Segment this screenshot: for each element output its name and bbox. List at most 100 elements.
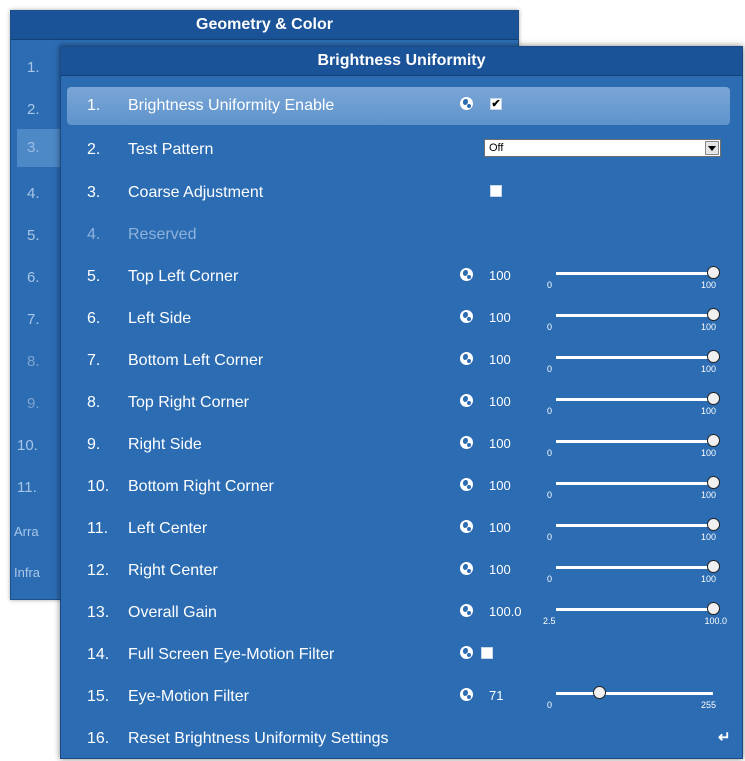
item-label: Top Left Corner bbox=[128, 268, 239, 285]
coarse-adjustment-checkbox[interactable] bbox=[490, 185, 502, 197]
item-number: 7. bbox=[27, 311, 40, 328]
globe-icon bbox=[460, 646, 473, 659]
item-number: 1. bbox=[87, 97, 101, 114]
menu-item-top-left-corner[interactable]: 5. Top Left Corner 100 0 100 bbox=[67, 258, 730, 296]
top-left-corner-slider[interactable]: 0 100 bbox=[537, 260, 727, 294]
item-number: 10. bbox=[87, 478, 110, 495]
slider-max: 100 bbox=[700, 364, 716, 374]
enter-icon[interactable]: ↵ bbox=[718, 728, 731, 746]
menu-item-left-side[interactable]: 6. Left Side 100 0 100 bbox=[67, 300, 730, 338]
item-number: 5. bbox=[27, 227, 40, 244]
slider-knob[interactable] bbox=[706, 476, 720, 489]
item-value: 100 bbox=[489, 394, 511, 409]
item-label: Left Side bbox=[128, 310, 192, 327]
slider-min: 0 bbox=[547, 322, 553, 332]
menu-item-reserved: 4. Reserved bbox=[67, 216, 730, 254]
left-center-slider[interactable]: 0 100 bbox=[537, 512, 727, 546]
item-label: Bottom Right Corner bbox=[128, 478, 274, 495]
slider-track bbox=[556, 482, 713, 485]
item-label: Top Right Corner bbox=[128, 394, 249, 411]
menu-item-overall-gain[interactable]: 13. Overall Gain 100.0 2.5 100.0 bbox=[67, 594, 730, 632]
menu-item-left-center[interactable]: 11. Left Center 100 0 100 bbox=[67, 510, 730, 548]
item-label: Left Center bbox=[128, 520, 208, 537]
item-number: 5. bbox=[87, 268, 101, 285]
slider-min: 0 bbox=[547, 280, 553, 290]
slider-knob[interactable] bbox=[706, 350, 720, 363]
item-label: Coarse Adjustment bbox=[128, 184, 264, 201]
test-pattern-dropdown[interactable]: Off bbox=[484, 139, 721, 157]
full-screen-eye-motion-filter-checkbox[interactable] bbox=[481, 647, 493, 659]
eye-motion-filter-slider[interactable]: 0 255 bbox=[537, 680, 727, 714]
item-label: Brightness Uniformity Enable bbox=[128, 97, 335, 114]
enable-checkbox[interactable]: ✔ bbox=[490, 98, 502, 110]
slider-min: 2.5 bbox=[543, 616, 556, 626]
menu-item-right-side[interactable]: 9. Right Side 100 0 100 bbox=[67, 426, 730, 464]
item-value: 100 bbox=[489, 562, 511, 577]
globe-icon bbox=[460, 352, 473, 365]
globe-icon bbox=[460, 688, 473, 701]
right-side-slider[interactable]: 0 100 bbox=[537, 428, 727, 462]
menu-item-bottom-left-corner[interactable]: 7. Bottom Left Corner 100 0 100 bbox=[67, 342, 730, 380]
menu-item-eye-motion-filter[interactable]: 15. Eye-Motion Filter 71 0 255 bbox=[67, 678, 730, 716]
right-center-slider[interactable]: 0 100 bbox=[537, 554, 727, 588]
menu-item-full-screen-eye-motion-filter[interactable]: 14. Full Screen Eye-Motion Filter bbox=[67, 636, 730, 674]
item-label: Right Center bbox=[128, 562, 218, 579]
slider-knob[interactable] bbox=[706, 308, 720, 321]
slider-max: 255 bbox=[700, 700, 716, 710]
slider-min: 0 bbox=[547, 364, 553, 374]
slider-max: 100 bbox=[700, 448, 716, 458]
slider-knob[interactable] bbox=[706, 518, 720, 531]
top-right-corner-slider[interactable]: 0 100 bbox=[537, 386, 727, 420]
item-value: 100 bbox=[489, 478, 511, 493]
menu-item-top-right-corner[interactable]: 8. Top Right Corner 100 0 100 bbox=[67, 384, 730, 422]
bottom-left-corner-slider[interactable]: 0 100 bbox=[537, 344, 727, 378]
dropdown-value: Off bbox=[489, 142, 504, 154]
slider-min: 0 bbox=[547, 532, 553, 542]
item-number: 12. bbox=[87, 562, 110, 579]
item-value: 100 bbox=[489, 436, 511, 451]
slider-knob[interactable] bbox=[706, 392, 720, 405]
slider-min: 0 bbox=[547, 490, 553, 500]
item-label: Right Side bbox=[128, 436, 202, 453]
item-number: 6. bbox=[87, 310, 101, 327]
slider-knob[interactable] bbox=[706, 434, 720, 447]
item-value: 100 bbox=[489, 310, 511, 325]
brightness-uniformity-title: Brightness Uniformity bbox=[61, 47, 742, 76]
item-number: 11. bbox=[87, 520, 109, 537]
item-value: 71 bbox=[489, 688, 504, 703]
item-number: 9. bbox=[87, 436, 101, 453]
slider-max: 100 bbox=[700, 574, 716, 584]
bottom-right-corner-slider[interactable]: 0 100 bbox=[537, 470, 727, 504]
overall-gain-slider[interactable]: 2.5 100.0 bbox=[537, 596, 727, 630]
item-value: 100 bbox=[489, 352, 511, 367]
globe-icon bbox=[460, 604, 473, 617]
dropdown-arrow-icon[interactable] bbox=[705, 141, 719, 155]
slider-track bbox=[556, 524, 713, 527]
item-value: 100.0 bbox=[489, 604, 522, 619]
item-label: Test Pattern bbox=[128, 141, 214, 158]
item-number: 2. bbox=[27, 101, 40, 118]
slider-knob[interactable] bbox=[593, 686, 607, 699]
slider-track bbox=[556, 692, 713, 695]
globe-icon bbox=[460, 478, 473, 491]
left-side-slider[interactable]: 0 100 bbox=[537, 302, 727, 336]
slider-knob[interactable] bbox=[706, 602, 720, 615]
item-number: 9. bbox=[27, 395, 40, 412]
menu-item-reset-brightness-uniformity[interactable]: 16. Reset Brightness Uniformity Settings… bbox=[67, 720, 731, 758]
menu-item-brightness-uniformity-enable[interactable]: 1. Brightness Uniformity Enable ✔ bbox=[67, 87, 730, 125]
slider-track bbox=[556, 272, 713, 275]
slider-min: 0 bbox=[547, 574, 553, 584]
slider-knob[interactable] bbox=[706, 266, 720, 279]
item-number: 8. bbox=[27, 353, 40, 370]
menu-item-test-pattern[interactable]: 2. Test Pattern Off bbox=[67, 131, 730, 169]
menu-item-coarse-adjustment[interactable]: 3. Coarse Adjustment bbox=[67, 174, 730, 212]
slider-knob[interactable] bbox=[706, 560, 720, 573]
slider-track bbox=[556, 566, 713, 569]
slider-max: 100 bbox=[700, 280, 716, 290]
slider-track bbox=[556, 608, 713, 611]
item-number: 7. bbox=[87, 352, 101, 369]
menu-item-right-center[interactable]: 12. Right Center 100 0 100 bbox=[67, 552, 730, 590]
menu-item-bottom-right-corner[interactable]: 10. Bottom Right Corner 100 0 100 bbox=[67, 468, 730, 506]
slider-track bbox=[556, 314, 713, 317]
item-label: Reset Brightness Uniformity Settings bbox=[128, 730, 389, 747]
